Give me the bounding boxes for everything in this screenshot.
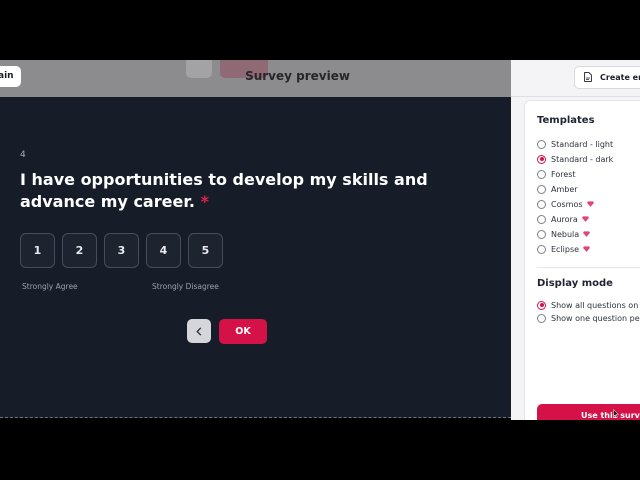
- template-label: Standard - dark: [551, 154, 614, 164]
- rating-option-5[interactable]: 5: [188, 233, 223, 268]
- document-icon: [584, 72, 592, 82]
- gem-icon: [581, 216, 589, 222]
- question-label: I have opportunities to develop my skill…: [20, 170, 428, 211]
- display-mode-title: Display mode: [537, 278, 613, 289]
- template-option-eclipse[interactable]: Eclipse: [537, 243, 591, 255]
- chevron-left-icon: [196, 326, 202, 336]
- preview-header: ain Survey preview: [0, 60, 511, 97]
- display-mode-one-question[interactable]: Show one question per p: [537, 312, 640, 324]
- display-mode-label: Show one question per p: [551, 313, 640, 323]
- templates-title: Templates: [537, 115, 595, 126]
- ok-button[interactable]: OK: [219, 319, 267, 344]
- survey-builder-app: ain Survey preview 4 I have opportunitie…: [0, 60, 640, 420]
- radio-icon[interactable]: [537, 139, 546, 149]
- template-option-standard-dark[interactable]: Standard - dark: [537, 153, 613, 165]
- template-label: Nebula: [551, 229, 580, 239]
- template-settings-panel: Templates Standard - light Standard - da…: [524, 100, 640, 420]
- section-divider: [537, 267, 640, 268]
- template-label: Eclipse: [551, 244, 580, 254]
- header-divider: [511, 96, 640, 97]
- gem-icon: [583, 246, 591, 252]
- template-option-amber[interactable]: Amber: [537, 183, 578, 195]
- gem-icon: [583, 231, 591, 237]
- radio-icon[interactable]: [537, 313, 546, 323]
- template-option-aurora[interactable]: Aurora: [537, 213, 589, 225]
- template-label: Amber: [551, 184, 578, 194]
- template-option-cosmos[interactable]: Cosmos: [537, 198, 594, 210]
- create-button[interactable]: Create em: [574, 66, 640, 89]
- rating-option-2[interactable]: 2: [62, 233, 97, 268]
- radio-icon[interactable]: [537, 199, 546, 209]
- radio-icon[interactable]: [537, 244, 546, 254]
- mouse-cursor-icon: [613, 409, 619, 418]
- radio-checked-icon[interactable]: [537, 300, 546, 310]
- question-text: I have opportunities to develop my skill…: [20, 169, 470, 213]
- template-label: Standard - light: [551, 139, 614, 149]
- back-button[interactable]: [187, 319, 211, 343]
- scale-high-label: Strongly Disagree: [152, 282, 219, 291]
- template-label: Aurora: [551, 214, 578, 224]
- radio-icon[interactable]: [537, 184, 546, 194]
- template-option-standard-light[interactable]: Standard - light: [537, 138, 613, 150]
- required-marker: *: [200, 192, 209, 211]
- template-label: Cosmos: [551, 199, 583, 209]
- scale-low-label: Strongly Agree: [22, 282, 78, 291]
- template-option-nebula[interactable]: Nebula: [537, 228, 591, 240]
- rating-option-1[interactable]: 1: [20, 233, 55, 268]
- display-mode-label: Show all questions on o: [551, 300, 640, 310]
- preview-title: Survey preview: [245, 69, 350, 83]
- display-mode-all-questions[interactable]: Show all questions on o: [537, 299, 640, 311]
- radio-icon[interactable]: [537, 169, 546, 179]
- template-label: Forest: [551, 169, 576, 179]
- rating-option-3[interactable]: 3: [104, 233, 139, 268]
- use-this-survey-button[interactable]: Use this survey: [537, 404, 640, 420]
- question-number: 4: [20, 150, 26, 160]
- gem-icon: [586, 201, 594, 207]
- radio-icon[interactable]: [537, 229, 546, 239]
- radio-checked-icon[interactable]: [537, 154, 546, 164]
- rating-option-4[interactable]: 4: [146, 233, 181, 268]
- preview-bottom-border: [0, 417, 511, 418]
- rating-scale: 1 2 3 4 5: [20, 233, 223, 268]
- radio-icon[interactable]: [537, 214, 546, 224]
- template-option-forest[interactable]: Forest: [537, 168, 576, 180]
- create-button-label: Create em: [600, 73, 640, 82]
- survey-preview: 4 I have opportunities to develop my ski…: [0, 97, 511, 418]
